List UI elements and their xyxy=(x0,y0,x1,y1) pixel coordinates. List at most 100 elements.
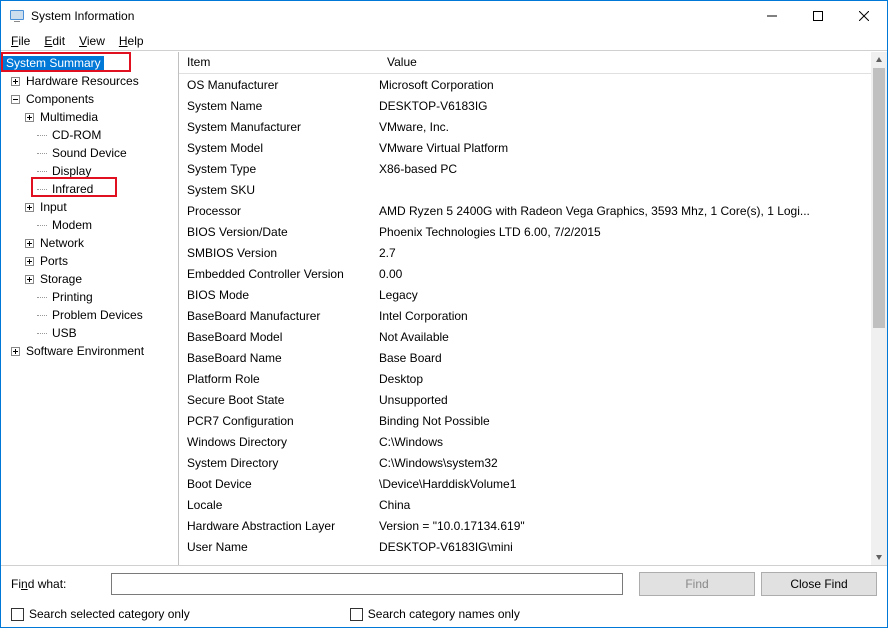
minimize-button[interactable] xyxy=(749,1,795,31)
tree-input[interactable]: Input xyxy=(37,200,70,214)
row-item: System SKU xyxy=(179,183,379,197)
tree-ports[interactable]: Ports xyxy=(37,254,71,268)
tree-usb[interactable]: USB xyxy=(49,326,80,340)
tree-printing[interactable]: Printing xyxy=(49,290,96,304)
list-header: Item Value xyxy=(179,52,887,74)
list-row[interactable]: OS ManufacturerMicrosoft Corporation xyxy=(179,74,871,95)
maximize-button[interactable] xyxy=(795,1,841,31)
tree-multimedia[interactable]: Multimedia xyxy=(37,110,101,124)
expand-icon[interactable] xyxy=(23,111,35,123)
row-value: Version = "10.0.17134.619" xyxy=(379,519,871,533)
find-input[interactable] xyxy=(111,573,623,595)
tree-problem-devices[interactable]: Problem Devices xyxy=(49,308,146,322)
tree-storage[interactable]: Storage xyxy=(37,272,85,286)
tree-software-environment[interactable]: Software Environment xyxy=(23,344,147,358)
tree-modem[interactable]: Modem xyxy=(49,218,95,232)
list-row[interactable]: SMBIOS Version2.7 xyxy=(179,242,871,263)
menu-help[interactable]: Help xyxy=(119,34,144,48)
details-list[interactable]: Item Value OS ManufacturerMicrosoft Corp… xyxy=(179,52,887,565)
list-row[interactable]: System SKU xyxy=(179,179,871,200)
list-row[interactable]: System NameDESKTOP-V6183IG xyxy=(179,95,871,116)
tree-connector xyxy=(37,333,47,334)
list-row[interactable]: Secure Boot StateUnsupported xyxy=(179,389,871,410)
list-row[interactable]: Boot Device\Device\HarddiskVolume1 xyxy=(179,473,871,494)
row-item: SMBIOS Version xyxy=(179,246,379,260)
search-selected-checkbox[interactable]: Search selected category only xyxy=(11,607,190,621)
checkbox-label: Search selected category only xyxy=(29,607,190,621)
tree-sound-device[interactable]: Sound Device xyxy=(49,146,130,160)
header-item[interactable]: Item xyxy=(179,52,379,73)
tree-connector xyxy=(37,171,47,172)
row-item: System Type xyxy=(179,162,379,176)
list-row[interactable]: LocaleChina xyxy=(179,494,871,515)
tree-display[interactable]: Display xyxy=(49,164,94,178)
list-row[interactable]: User NameDESKTOP-V6183IG\mini xyxy=(179,536,871,557)
list-row[interactable]: BIOS ModeLegacy xyxy=(179,284,871,305)
tree-hardware-resources[interactable]: Hardware Resources xyxy=(23,74,142,88)
row-value: 2.7 xyxy=(379,246,871,260)
expand-icon[interactable] xyxy=(23,237,35,249)
row-item: System Model xyxy=(179,141,379,155)
list-row[interactable]: PCR7 ConfigurationBinding Not Possible xyxy=(179,410,871,431)
expand-icon[interactable] xyxy=(23,201,35,213)
row-value: Legacy xyxy=(379,288,871,302)
checkbox-icon xyxy=(11,608,24,621)
menu-edit[interactable]: Edit xyxy=(44,34,65,48)
tree-system-summary[interactable]: System Summary xyxy=(3,56,104,70)
scroll-up-icon[interactable] xyxy=(871,52,887,68)
list-row[interactable]: BaseBoard NameBase Board xyxy=(179,347,871,368)
row-value: X86-based PC xyxy=(379,162,871,176)
row-value: VMware, Inc. xyxy=(379,120,871,134)
vertical-scrollbar[interactable] xyxy=(871,52,887,565)
list-row[interactable]: System TypeX86-based PC xyxy=(179,158,871,179)
list-row[interactable]: BIOS Version/DatePhoenix Technologies LT… xyxy=(179,221,871,242)
row-item: BaseBoard Model xyxy=(179,330,379,344)
list-row[interactable]: Platform RoleDesktop xyxy=(179,368,871,389)
list-row[interactable]: BaseBoard ManufacturerIntel Corporation xyxy=(179,305,871,326)
list-row[interactable]: System DirectoryC:\Windows\system32 xyxy=(179,452,871,473)
expand-icon[interactable] xyxy=(23,273,35,285)
list-row[interactable]: System ManufacturerVMware, Inc. xyxy=(179,116,871,137)
list-row[interactable]: System ModelVMware Virtual Platform xyxy=(179,137,871,158)
row-value: \Device\HarddiskVolume1 xyxy=(379,477,871,491)
tree-infrared[interactable]: Infrared xyxy=(49,182,96,196)
list-row[interactable]: Hardware Abstraction LayerVersion = "10.… xyxy=(179,515,871,536)
expand-icon[interactable] xyxy=(23,255,35,267)
row-item: Locale xyxy=(179,498,379,512)
category-tree[interactable]: System Summary Hardware Resources Compon… xyxy=(1,52,179,565)
row-item: Windows Directory xyxy=(179,435,379,449)
expand-icon[interactable] xyxy=(9,345,21,357)
list-row[interactable]: BaseBoard ModelNot Available xyxy=(179,326,871,347)
row-value: Phoenix Technologies LTD 6.00, 7/2/2015 xyxy=(379,225,871,239)
row-value: Binding Not Possible xyxy=(379,414,871,428)
menu-view[interactable]: View xyxy=(79,34,105,48)
row-value: C:\Windows xyxy=(379,435,871,449)
close-button[interactable] xyxy=(841,1,887,31)
tree-connector xyxy=(37,297,47,298)
tree-connector xyxy=(37,315,47,316)
close-find-button[interactable]: Close Find xyxy=(761,572,877,596)
row-value: DESKTOP-V6183IG xyxy=(379,99,871,113)
search-names-checkbox[interactable]: Search category names only xyxy=(350,607,520,621)
tree-connector xyxy=(37,189,47,190)
scroll-thumb[interactable] xyxy=(873,68,885,328)
row-item: BIOS Version/Date xyxy=(179,225,379,239)
tree-cdrom[interactable]: CD-ROM xyxy=(49,128,104,142)
list-row[interactable]: Windows DirectoryC:\Windows xyxy=(179,431,871,452)
collapse-icon[interactable] xyxy=(9,93,21,105)
header-value[interactable]: Value xyxy=(379,52,425,73)
expand-icon[interactable] xyxy=(9,75,21,87)
tree-connector xyxy=(37,135,47,136)
scroll-down-icon[interactable] xyxy=(871,549,887,565)
menu-file[interactable]: File xyxy=(11,34,30,48)
row-item: PCR7 Configuration xyxy=(179,414,379,428)
row-item: Hardware Abstraction Layer xyxy=(179,519,379,533)
find-button[interactable]: Find xyxy=(639,572,755,596)
tree-components[interactable]: Components xyxy=(23,92,97,106)
list-row[interactable]: Embedded Controller Version0.00 xyxy=(179,263,871,284)
tree-network[interactable]: Network xyxy=(37,236,87,250)
row-value: Not Available xyxy=(379,330,871,344)
row-item: System Manufacturer xyxy=(179,120,379,134)
list-row[interactable]: ProcessorAMD Ryzen 5 2400G with Radeon V… xyxy=(179,200,871,221)
row-item: User Name xyxy=(179,540,379,554)
